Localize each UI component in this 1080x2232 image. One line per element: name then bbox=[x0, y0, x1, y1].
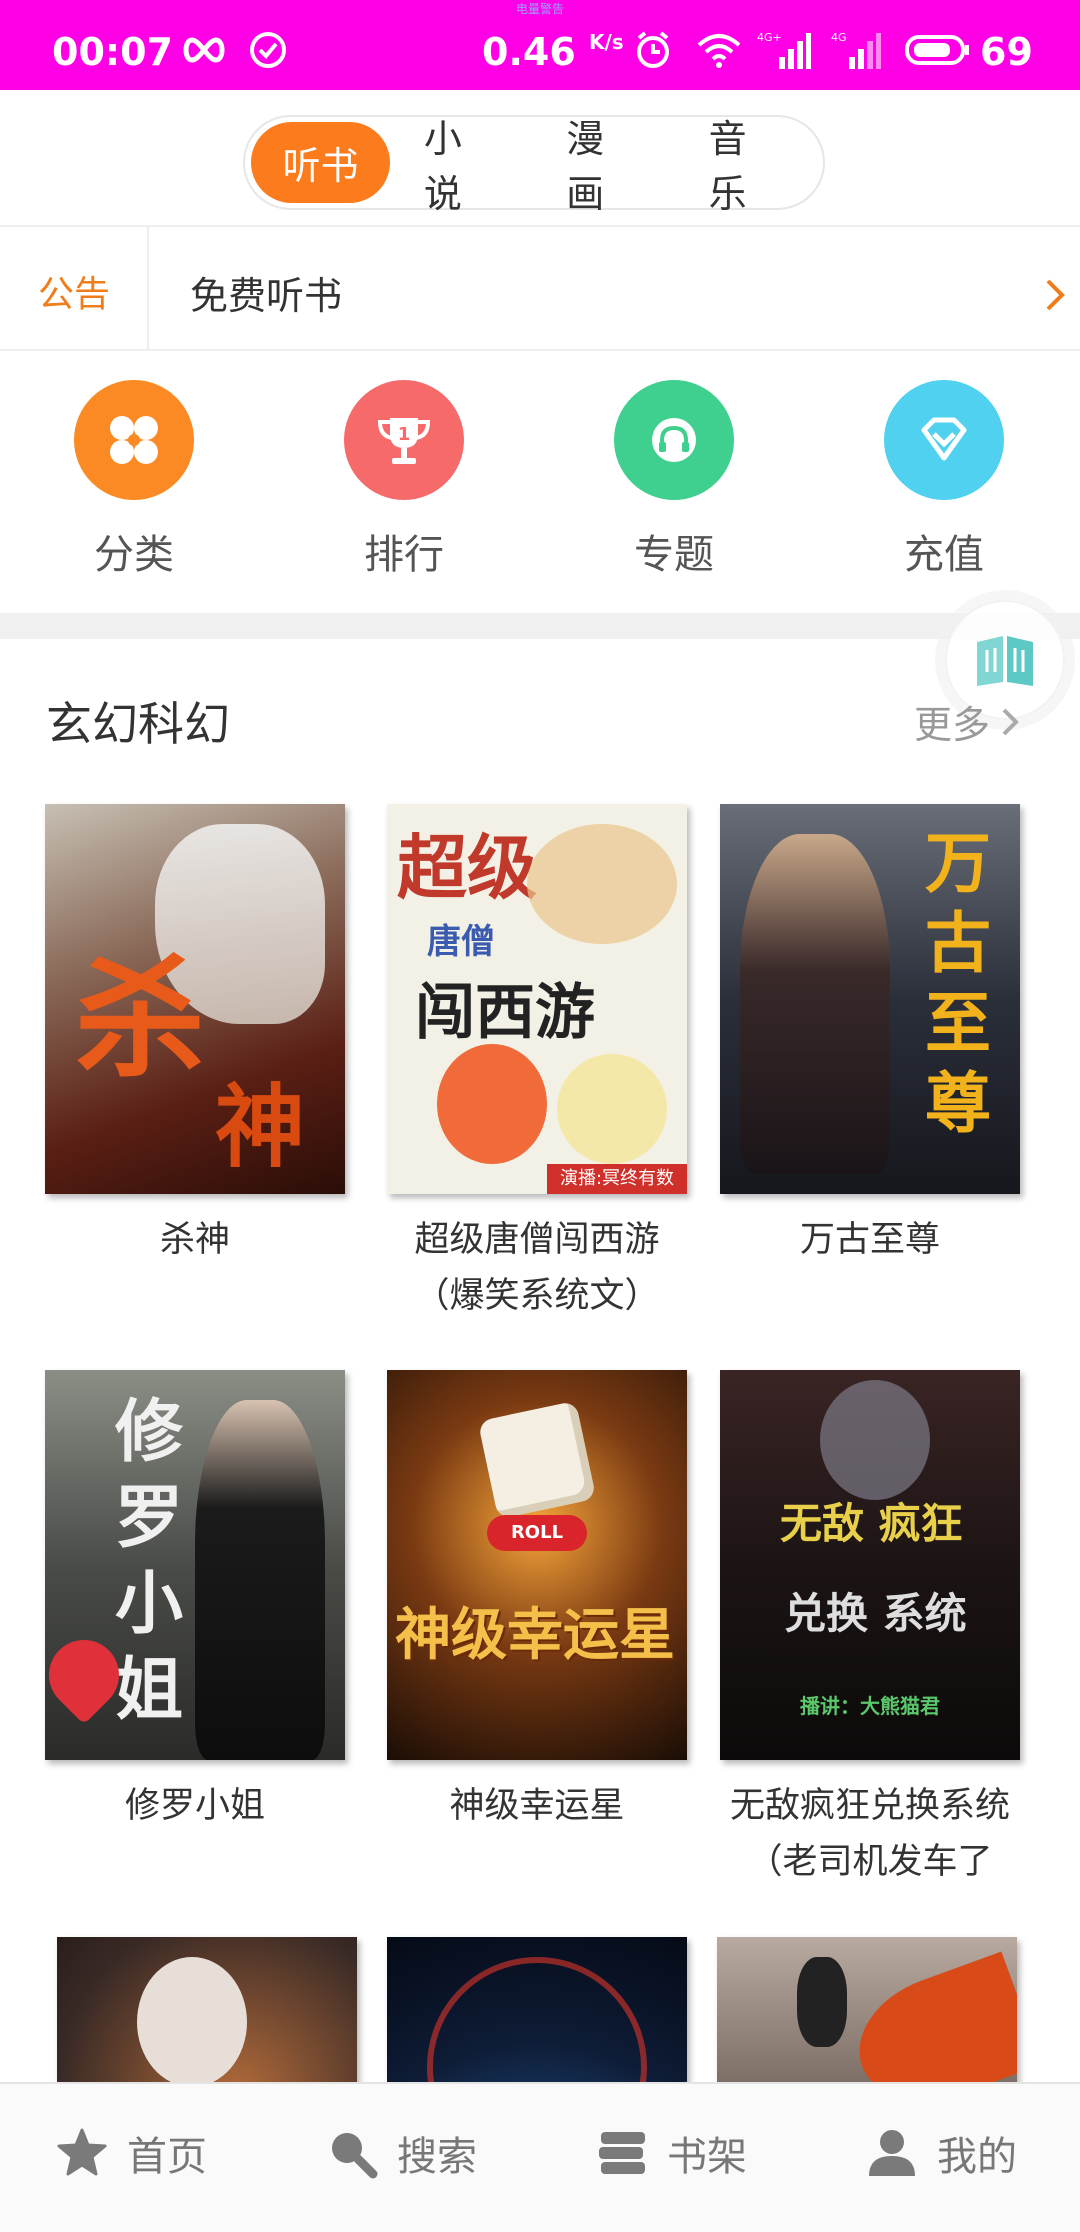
book-card[interactable]: 修罗小姐 修罗小姐 bbox=[45, 1370, 345, 1834]
book-title[interactable]: 超级唐僧闯西游（爆笑系统文） bbox=[387, 1212, 687, 1324]
svg-text:4G: 4G bbox=[831, 31, 847, 44]
quick-menu-label: 专题 bbox=[634, 532, 714, 578]
search-icon bbox=[332, 2133, 378, 2179]
book-card[interactable]: 无敌 疯狂 兑换 系统 播讲：大熊猫君 无敌疯狂兑换系统（老司机发车了 bbox=[720, 1370, 1020, 1890]
bookshelf-icon bbox=[599, 2132, 645, 2174]
wifi-icon bbox=[694, 30, 744, 70]
open-book-icon bbox=[977, 636, 1033, 686]
cover-title-text: 修罗小姐 bbox=[115, 1393, 184, 1730]
book-title[interactable]: 无敌疯狂兑换系统（老司机发车了 bbox=[720, 1778, 1020, 1890]
tab-audiobook[interactable]: 听书 bbox=[251, 122, 390, 203]
svg-text:4G+: 4G+ bbox=[757, 31, 782, 44]
nav-label: 首页 bbox=[127, 2134, 207, 2180]
status-tiny-text: 电量警告 bbox=[515, 2, 564, 16]
chevron-right-icon[interactable] bbox=[1040, 275, 1070, 315]
check-circle-icon bbox=[248, 30, 288, 70]
user-icon bbox=[869, 2130, 915, 2176]
quick-menu-recharge[interactable]: 充值 bbox=[844, 380, 1044, 580]
network-speed: 0.46 K/s bbox=[482, 30, 624, 74]
section-title: 玄幻科幻 bbox=[46, 697, 230, 751]
quick-menu-label: 充值 bbox=[904, 532, 984, 578]
quick-menu-category[interactable]: 分类 bbox=[34, 380, 234, 580]
tab-music[interactable]: 音乐 bbox=[675, 117, 817, 216]
cover-title-text: 杀 bbox=[75, 943, 206, 1095]
book-cover[interactable]: 修罗小姐 bbox=[45, 1370, 345, 1760]
cover-subtitle-text: 闯西游 bbox=[415, 978, 595, 1048]
network-speed-value: 0.46 bbox=[482, 30, 576, 74]
alarm-icon bbox=[632, 30, 674, 70]
trophy-icon: 1 bbox=[344, 380, 464, 500]
signal-4g-icon: 4G+ bbox=[756, 30, 812, 70]
cover-title-text: 神 bbox=[215, 1075, 305, 1180]
svg-text:1: 1 bbox=[398, 424, 411, 445]
cover-title-text: 万古至尊 bbox=[925, 825, 991, 1142]
book-title[interactable]: 神级幸运星 bbox=[387, 1778, 687, 1834]
quick-menu-label: 分类 bbox=[94, 532, 174, 578]
nav-label: 搜索 bbox=[397, 2134, 477, 2180]
nav-bookshelf[interactable]: 书架 bbox=[595, 2124, 747, 2182]
book-title[interactable]: 万古至尊 bbox=[720, 1212, 1020, 1268]
nav-home[interactable]: 首页 bbox=[55, 2124, 207, 2182]
quick-menu-label: 排行 bbox=[364, 532, 444, 578]
nav-label: 我的 bbox=[937, 2134, 1017, 2180]
dice-icon bbox=[477, 1400, 597, 1520]
book-cover[interactable]: 万古至尊 bbox=[720, 804, 1020, 1194]
book-cover[interactable]: ROLL 神级幸运星 bbox=[387, 1370, 687, 1760]
headphones-icon bbox=[614, 380, 734, 500]
book-card[interactable]: 杀 神 杀神 bbox=[45, 804, 345, 1268]
quick-menu-topic[interactable]: 专题 bbox=[574, 380, 774, 580]
notice-label: 公告 bbox=[38, 274, 111, 315]
notice-bar[interactable]: 公告 免费听书 bbox=[0, 225, 1080, 351]
book-cover[interactable]: 超级 唐僧 闯西游 演播:冥终有数 bbox=[387, 804, 687, 1194]
status-time: 00:07 bbox=[52, 30, 173, 74]
category-tabs: 听书 小说 漫画 音乐 bbox=[243, 115, 825, 216]
infinity-icon bbox=[178, 30, 230, 70]
network-speed-unit: K/s bbox=[589, 30, 624, 54]
chevron-right-icon bbox=[1002, 708, 1019, 735]
book-title[interactable]: 杀神 bbox=[45, 1212, 345, 1268]
tab-novel[interactable]: 小说 bbox=[390, 117, 532, 216]
section-divider bbox=[0, 613, 1080, 639]
cover-roll-label: ROLL bbox=[487, 1515, 587, 1551]
diamond-icon bbox=[884, 380, 1004, 500]
quick-menu: 分类 1 排行 专题 充值 bbox=[0, 380, 1080, 580]
cover-narrator-text: 演播:冥终有数 bbox=[547, 1164, 687, 1194]
more-label: 更多 bbox=[914, 703, 991, 747]
book-card[interactable]: ROLL 神级幸运星 神级幸运星 bbox=[387, 1370, 687, 1834]
cover-title-text: 神级幸运星 bbox=[395, 1603, 675, 1668]
notice-text[interactable]: 免费听书 bbox=[190, 265, 342, 320]
tab-comic[interactable]: 漫画 bbox=[532, 117, 674, 216]
nav-profile[interactable]: 我的 bbox=[865, 2124, 1017, 2182]
book-title[interactable]: 修罗小姐 bbox=[45, 1778, 345, 1834]
book-card[interactable]: 万古至尊 万古至尊 bbox=[720, 804, 1020, 1268]
nav-search[interactable]: 搜索 bbox=[325, 2124, 477, 2182]
cover-title-text: 无敌 疯狂 bbox=[780, 1499, 963, 1548]
book-cover[interactable]: 杀 神 bbox=[45, 804, 345, 1194]
book-card[interactable]: 超级 唐僧 闯西游 演播:冥终有数 超级唐僧闯西游（爆笑系统文） bbox=[387, 804, 687, 1324]
notice-divider bbox=[147, 227, 149, 349]
battery-level: 69 bbox=[980, 30, 1033, 74]
more-link[interactable]: 更多 bbox=[914, 694, 1022, 749]
quick-menu-ranking[interactable]: 1 排行 bbox=[304, 380, 504, 580]
cover-title-text: 超级 bbox=[397, 827, 537, 909]
status-bar: 电量警告 00:07 0.46 K/s 4G+ 4G 69 bbox=[0, 0, 1080, 90]
signal-4g-secondary-icon: 4G bbox=[830, 30, 882, 70]
cover-narrator-text: 播讲：大熊猫君 bbox=[800, 1694, 940, 1718]
battery-icon bbox=[904, 30, 970, 70]
clover-icon bbox=[74, 380, 194, 500]
bottom-navigation: 首页 搜索 书架 我的 bbox=[0, 2082, 1080, 2232]
nav-label: 书架 bbox=[667, 2134, 747, 2180]
star-icon bbox=[57, 2128, 107, 2176]
cover-subtitle-text: 兑换 系统 bbox=[784, 1589, 967, 1638]
book-cover[interactable]: 无敌 疯狂 兑换 系统 播讲：大熊猫君 bbox=[720, 1370, 1020, 1760]
cover-subtitle-text: 唐僧 bbox=[427, 922, 495, 962]
